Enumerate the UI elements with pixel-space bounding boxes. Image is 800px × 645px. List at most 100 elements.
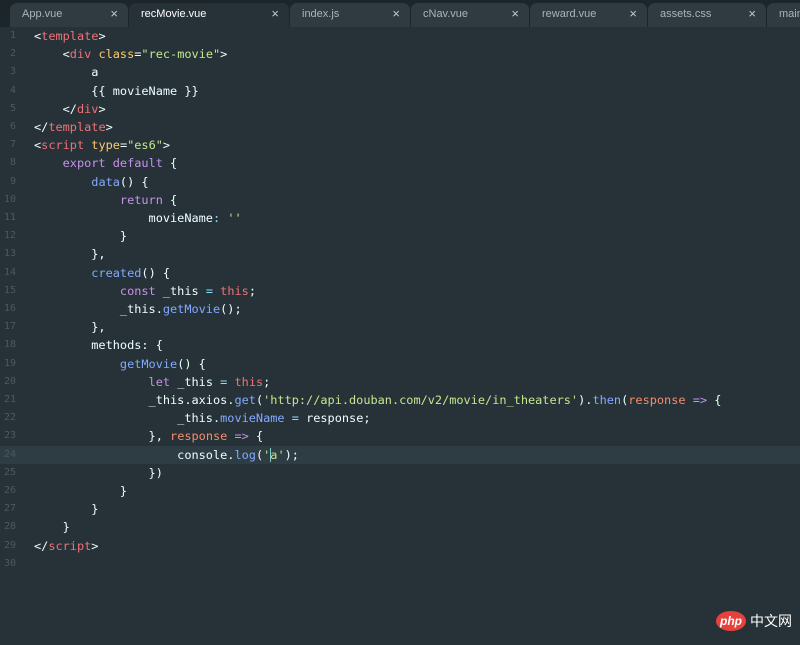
- code-token: </: [34, 101, 77, 116]
- tab-reward-vue[interactable]: reward.vue ×: [530, 3, 647, 27]
- code-token: response;: [298, 411, 371, 426]
- code-token: _this.: [34, 302, 163, 316]
- code-token: }): [34, 465, 163, 480]
- code-line[interactable]: }): [34, 464, 163, 482]
- code-line[interactable]: <div class="rec-movie">: [34, 45, 228, 63]
- code-line[interactable]: },: [34, 245, 105, 263]
- line-number: 18: [3, 339, 16, 351]
- line-number: 1: [9, 30, 16, 41]
- line-number: 2: [9, 48, 16, 60]
- line-number: 27: [3, 503, 16, 515]
- code-token: ();: [220, 302, 242, 316]
- line-number: 16: [3, 303, 16, 314]
- code-line[interactable]: return {: [34, 191, 177, 209]
- tab-index-js[interactable]: index.js ×: [290, 3, 410, 27]
- code-token: {{ movieName }}: [34, 83, 199, 98]
- code-line[interactable]: }: [34, 482, 127, 500]
- code-token: data: [91, 174, 120, 189]
- code-token: script: [41, 138, 85, 153]
- tab-app-vue[interactable]: App.vue ×: [10, 3, 128, 27]
- code-line[interactable]: </script>: [34, 537, 98, 555]
- code-line[interactable]: let _this = this;: [34, 373, 271, 391]
- close-icon[interactable]: ×: [748, 3, 756, 25]
- code-token: "es6": [127, 138, 163, 153]
- code-token: }: [34, 502, 99, 517]
- line-number: 14: [3, 266, 16, 278]
- code-line[interactable]: </div>: [34, 100, 106, 118]
- line-number: 28: [3, 521, 16, 533]
- watermark-text: 中文网: [750, 614, 792, 630]
- line-number: 21: [3, 394, 16, 405]
- code-line[interactable]: }: [34, 500, 98, 518]
- code-line[interactable]: data() {: [34, 173, 148, 191]
- code-line[interactable]: {{ movieName }}: [34, 82, 199, 100]
- code-token: {: [707, 393, 722, 407]
- code-line[interactable]: methods: {: [34, 336, 163, 354]
- code-token: movieName: [34, 211, 213, 225]
- code-line[interactable]: _this.getMovie();: [34, 300, 242, 318]
- line-number: 19: [3, 357, 16, 369]
- tab-main[interactable]: main: [767, 3, 800, 27]
- code-token: >: [98, 101, 106, 116]
- tab-bar: App.vue × recMovie.vue × index.js × cNav.vue × r…: [0, 0, 800, 27]
- code-token: >: [91, 538, 99, 553]
- line-number: 13: [3, 248, 16, 260]
- code-line[interactable]: console.log('a');: [34, 446, 299, 464]
- code-line[interactable]: created() {: [34, 264, 170, 282]
- code-token: console.: [34, 447, 235, 462]
- code-token: getMovie: [162, 302, 221, 316]
- code-line[interactable]: a: [34, 63, 98, 81]
- code-token: this: [220, 283, 249, 298]
- code-line[interactable]: _this.axios.get('http://api.douban.com/v…: [34, 391, 722, 409]
- tab-recmovie-vue[interactable]: recMovie.vue ×: [129, 3, 289, 27]
- code-line[interactable]: const _this = this;: [34, 282, 256, 300]
- line-number: 20: [3, 375, 16, 387]
- close-icon[interactable]: ×: [392, 3, 400, 25]
- line-number: 12: [3, 230, 16, 242]
- close-icon[interactable]: ×: [110, 3, 118, 25]
- php-logo: php: [716, 611, 746, 631]
- code-line[interactable]: _this.movieName = response;: [34, 409, 371, 427]
- line-number: 6: [9, 121, 16, 132]
- tab-label: index.js: [302, 8, 340, 20]
- code-line[interactable]: getMovie() {: [34, 355, 206, 373]
- code-token: getMovie: [119, 356, 178, 371]
- code-line[interactable]: export default {: [34, 154, 178, 172]
- line-number: 26: [3, 485, 16, 496]
- code-line[interactable]: movieName: '': [34, 209, 242, 227]
- code-line[interactable]: <template>: [34, 27, 106, 45]
- tab-assets-css[interactable]: assets.css ×: [648, 3, 766, 27]
- code-editor[interactable]: 1 2 3 4 5 6 7 8 9 10 11 12 13 14 15 16 17 18 19 20 21 22 23 24 2…: [0, 27, 800, 645]
- line-number: 29: [3, 539, 16, 551]
- code-line[interactable]: <script type="es6">: [34, 136, 170, 154]
- code-token: template: [41, 29, 99, 43]
- code-token: const: [119, 283, 156, 298]
- code-token: get: [234, 393, 256, 407]
- code-token: template: [48, 120, 106, 134]
- watermark: php 中文网: [716, 609, 792, 633]
- tab-cnav-vue[interactable]: cNav.vue ×: [411, 3, 529, 27]
- line-number: 11: [3, 212, 16, 223]
- code-token: a': [270, 447, 285, 462]
- code-line[interactable]: }, response => {: [34, 427, 264, 445]
- close-icon[interactable]: ×: [511, 3, 519, 25]
- code-token: created: [91, 265, 142, 280]
- code-line[interactable]: </template>: [34, 118, 113, 136]
- tab-label: assets.css: [660, 8, 712, 20]
- line-number: 30: [3, 557, 16, 569]
- line-number: 7: [9, 139, 16, 151]
- code-token: </: [34, 538, 49, 553]
- code-token: () {: [177, 356, 206, 371]
- code-token: }: [34, 484, 128, 498]
- code-token: >: [162, 138, 171, 153]
- close-icon[interactable]: ×: [629, 3, 637, 25]
- code-token: >: [98, 29, 106, 43]
- code-token: return: [119, 192, 163, 207]
- code-line[interactable]: }: [34, 227, 127, 245]
- close-icon[interactable]: ×: [271, 3, 279, 25]
- code-line[interactable]: }: [34, 518, 70, 536]
- code-line[interactable]: },: [34, 318, 105, 336]
